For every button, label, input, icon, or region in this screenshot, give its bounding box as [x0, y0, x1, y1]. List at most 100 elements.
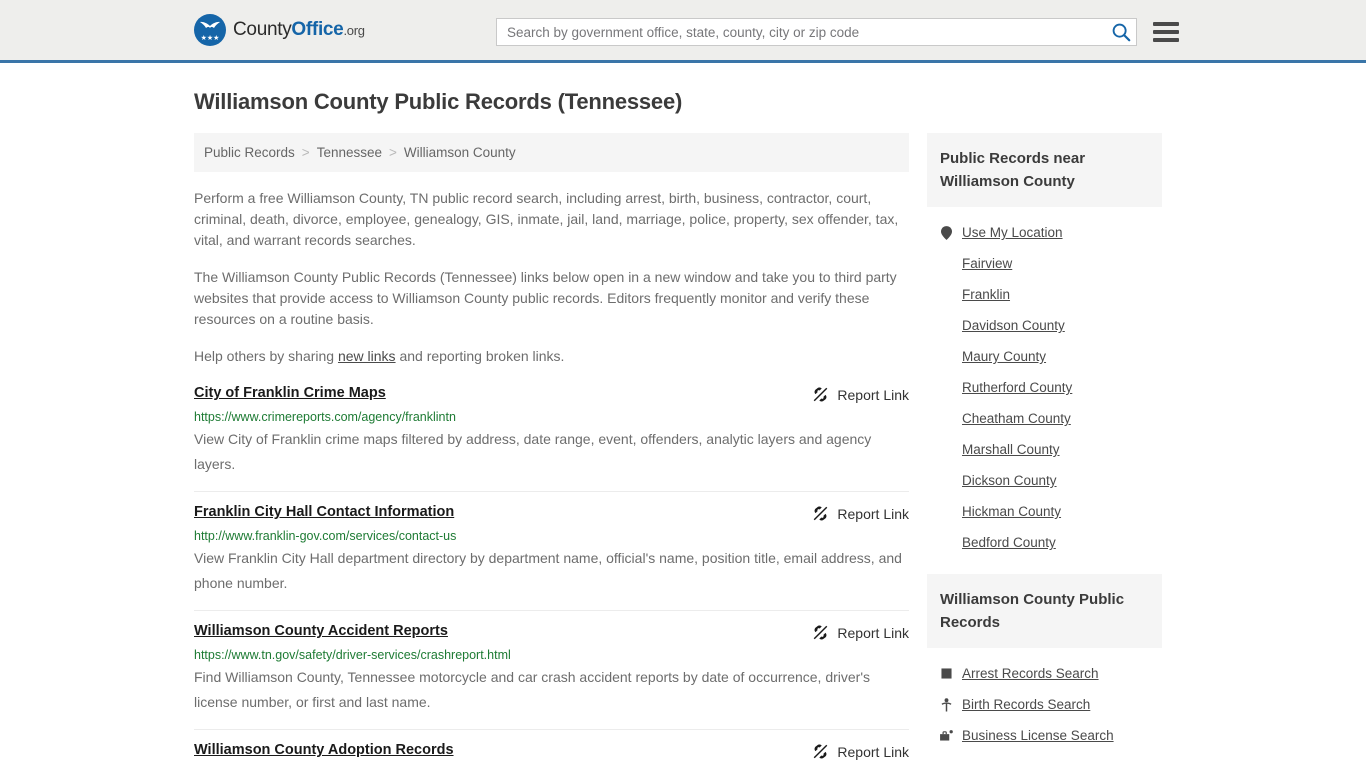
breadcrumb-item-williamson-county[interactable]: Williamson County: [404, 145, 516, 160]
result-item: Franklin City Hall Contact Information Re…: [194, 491, 909, 610]
no-icon: [940, 256, 953, 271]
sidebar: Public Records near Williamson County Us…: [927, 133, 1162, 751]
no-icon: [940, 442, 953, 457]
sidebar-records-list: Arrest Records Search Birth Records Searc…: [927, 648, 1162, 751]
intro-paragraph-3: Help others by sharing new links and rep…: [194, 346, 909, 367]
sidebar-nearby-list: Use My Location Fairview Franklin Davidson …: [927, 207, 1162, 558]
sidebar-nearby-item[interactable]: Hickman County: [927, 496, 1162, 527]
intro-text: Perform a free Williamson County, TN pub…: [194, 188, 909, 367]
sidebar-records-item[interactable]: Business License Search: [927, 720, 1162, 751]
result-head: City of Franklin Crime Maps Report Link: [194, 385, 909, 403]
no-icon: [940, 349, 953, 364]
search-icon[interactable]: [1110, 21, 1132, 43]
site-header: ★★★ CountyOffice.org: [0, 0, 1366, 63]
intro-paragraph-1: Perform a free Williamson County, TN pub…: [194, 190, 899, 248]
sidebar-nearby-label[interactable]: Hickman County: [962, 504, 1061, 519]
sidebar-nearby-label[interactable]: Dickson County: [962, 473, 1057, 488]
no-icon: [940, 504, 953, 519]
report-link-button[interactable]: Report Link: [812, 505, 909, 522]
report-link-button[interactable]: Report Link: [812, 386, 909, 403]
result-title-link[interactable]: Franklin City Hall Contact Information: [194, 504, 454, 520]
result-title-link[interactable]: Williamson County Accident Reports: [194, 623, 448, 639]
sidebar-nearby-item[interactable]: Davidson County: [927, 310, 1162, 341]
eagle-glyph-icon: [200, 21, 220, 28]
sidebar-nearby-label[interactable]: Rutherford County: [962, 380, 1072, 395]
report-link-button[interactable]: Report Link: [812, 743, 909, 760]
result-description: Find Williamson County, Tennessee motorc…: [194, 669, 871, 710]
broken-link-icon[interactable]: [812, 624, 829, 641]
sidebar-records-label[interactable]: Business License Search: [962, 728, 1114, 743]
sidebar-nearby-item[interactable]: Bedford County: [927, 527, 1162, 558]
logo-stars: ★★★: [200, 35, 220, 42]
intro-p3-after: and reporting broken links.: [395, 348, 565, 364]
page-container: Williamson County Public Records (Tennes…: [0, 89, 1366, 768]
sidebar-records-label[interactable]: Birth Records Search: [962, 697, 1090, 712]
sidebar-nearby-item[interactable]: Fairview: [927, 248, 1162, 279]
sidebar-nearby-label[interactable]: Maury County: [962, 349, 1046, 364]
sidebar-records-block: Williamson County Public Records Arrest …: [927, 574, 1162, 751]
report-link-button[interactable]: Report Link: [812, 624, 909, 641]
no-icon: [940, 318, 953, 333]
sidebar-nearby-label[interactable]: Franklin: [962, 287, 1010, 302]
result-url: https://www.crimereports.com/agency/fran…: [194, 410, 456, 424]
county-office-logo-icon: ★★★: [194, 14, 226, 46]
breadcrumb-item-public-records[interactable]: Public Records: [204, 145, 295, 160]
header-search-area: [496, 18, 1179, 46]
result-head: Williamson County Accident Reports Report…: [194, 623, 909, 641]
broken-link-icon[interactable]: [812, 743, 829, 760]
report-link-label: Report Link: [837, 624, 909, 641]
sidebar-nearby-label[interactable]: Marshall County: [962, 442, 1060, 457]
no-icon: [940, 535, 953, 550]
result-head: Williamson County Adoption Records Report…: [194, 742, 909, 760]
sidebar-records-item[interactable]: Arrest Records Search: [927, 658, 1162, 689]
sidebar-nearby-item[interactable]: Marshall County: [927, 434, 1162, 465]
sidebar-nearby-item[interactable]: Dickson County: [927, 465, 1162, 496]
sidebar-records-title: Williamson County Public Records: [927, 574, 1162, 648]
hamburger-menu-icon[interactable]: [1153, 22, 1179, 42]
sidebar-nearby-item[interactable]: Rutherford County: [927, 372, 1162, 403]
sidebar-nearby-label[interactable]: Davidson County: [962, 318, 1065, 333]
sidebar-nearby-label[interactable]: Use My Location: [962, 225, 1063, 240]
sidebar-nearby-title: Public Records near Williamson County: [927, 133, 1162, 207]
result-title-link[interactable]: Williamson County Adoption Records: [194, 742, 454, 758]
search-input[interactable]: [507, 24, 1110, 40]
breadcrumb: Public Records > Tennessee > Williamson …: [194, 133, 909, 172]
no-icon: [940, 411, 953, 426]
breadcrumb-item-tennessee[interactable]: Tennessee: [317, 145, 382, 160]
report-link-label: Report Link: [837, 386, 909, 403]
hamburger-bar-1: [1153, 22, 1179, 26]
sidebar-records-item[interactable]: Birth Records Search: [927, 689, 1162, 720]
sidebar-nearby-label[interactable]: Bedford County: [962, 535, 1056, 550]
report-link-label: Report Link: [837, 743, 909, 760]
result-item: City of Franklin Crime Maps Report Link ht…: [194, 383, 909, 491]
no-icon: [940, 473, 953, 488]
map-pin-icon: [940, 225, 953, 240]
sidebar-nearby-label[interactable]: Cheatham County: [962, 411, 1071, 426]
logo-text-office: Office: [291, 19, 344, 40]
content-row: Public Records > Tennessee > Williamson …: [194, 133, 1172, 768]
baby-icon: [940, 697, 953, 712]
logo-wordmark: CountyOffice.org: [233, 19, 365, 41]
result-head: Franklin City Hall Contact Information Re…: [194, 504, 909, 522]
broken-link-icon[interactable]: [812, 505, 829, 522]
sidebar-nearby-item[interactable]: Use My Location: [927, 217, 1162, 248]
new-links-link[interactable]: new links: [338, 348, 396, 364]
result-description: View City of Franklin crime maps filtere…: [194, 431, 872, 472]
result-item: Williamson County Adoption Records Report…: [194, 729, 909, 768]
breadcrumb-separator-icon: >: [389, 145, 397, 160]
site-logo[interactable]: ★★★ CountyOffice.org: [194, 14, 365, 46]
hamburger-bar-3: [1153, 38, 1179, 42]
broken-link-icon[interactable]: [812, 386, 829, 403]
result-title-link[interactable]: City of Franklin Crime Maps: [194, 385, 386, 401]
logo-text-dotorg: .org: [343, 23, 365, 38]
sidebar-nearby-item[interactable]: Franklin: [927, 279, 1162, 310]
sidebar-records-label[interactable]: Arrest Records Search: [962, 666, 1099, 681]
no-icon: [940, 287, 953, 302]
search-box[interactable]: [496, 18, 1137, 46]
fingerprint-icon: [940, 666, 953, 681]
sidebar-nearby-label[interactable]: Fairview: [962, 256, 1012, 271]
sidebar-nearby-item[interactable]: Maury County: [927, 341, 1162, 372]
sidebar-nearby-item[interactable]: Cheatham County: [927, 403, 1162, 434]
results-list: City of Franklin Crime Maps Report Link ht…: [194, 383, 909, 768]
result-url: http://www.franklin-gov.com/services/con…: [194, 529, 457, 543]
